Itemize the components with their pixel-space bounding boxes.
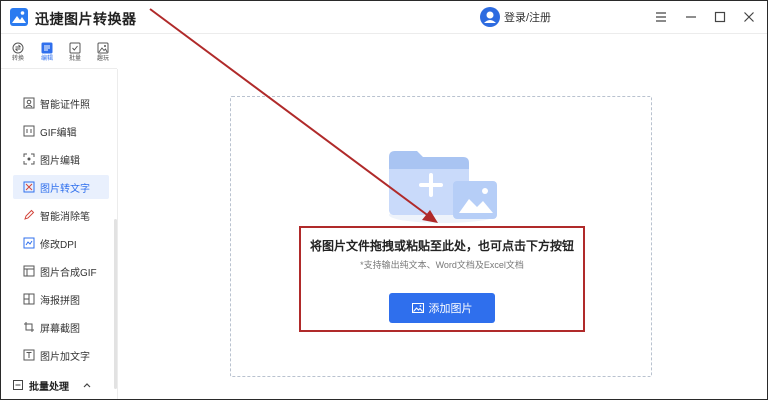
gif-icon	[23, 125, 35, 137]
tab-batch-label: 批量	[68, 56, 81, 62]
folder-add-image-icon	[387, 149, 499, 223]
sidebar-item-modify-dpi[interactable]: 修改DPI	[13, 231, 109, 255]
pen-icon	[24, 209, 35, 220]
mode-tabs: 转换 编辑 批量 趣玩	[1, 34, 117, 69]
login-button[interactable]: 登录/注册	[480, 7, 551, 27]
edit-icon	[41, 41, 53, 54]
tab-fun[interactable]: 趣玩	[91, 39, 115, 67]
sidebar-item-add-text[interactable]: 图片加文字	[13, 343, 109, 367]
id-photo-icon	[23, 97, 35, 109]
app-window: 迅捷图片转换器 登录/注册 转换 编辑 批量 趣玩 智能证件照 GIF编辑 图片…	[0, 0, 768, 400]
tab-fun-label: 趣玩	[96, 56, 109, 62]
maximize-icon[interactable]	[712, 9, 728, 25]
menu-icon[interactable]	[653, 9, 669, 25]
app-logo-icon	[10, 8, 28, 26]
sidebar-item-label: 图片编辑	[40, 155, 80, 167]
sidebar-item-label: 图片转文字	[40, 183, 90, 195]
chevron-up-icon	[83, 383, 91, 388]
sidebar-item-label: 海报拼图	[40, 295, 80, 307]
gif-compose-icon	[23, 265, 35, 277]
sidebar-item-screenshot[interactable]: 屏幕截图	[13, 315, 109, 339]
sidebar-item-poster-collage[interactable]: 海报拼图	[13, 287, 109, 311]
sidebar-item-gif-edit[interactable]: GIF编辑	[13, 119, 109, 143]
user-avatar-icon	[480, 7, 500, 27]
dpi-icon	[23, 237, 35, 249]
sidebar-item-label: 智能消除笔	[40, 211, 90, 223]
sidebar-item-smart-eraser[interactable]: 智能消除笔	[13, 203, 109, 227]
tab-convert[interactable]: 转换	[6, 39, 30, 67]
sidebar-item-label: 图片合成GIF	[40, 267, 97, 279]
image-edit-icon	[23, 153, 35, 165]
fun-icon	[97, 41, 109, 54]
sidebar: 智能证件照 GIF编辑 图片编辑 图片转文字 智能消除笔 修改DPI 图片合成G…	[1, 69, 118, 399]
batch-group-icon	[13, 380, 23, 390]
add-text-icon	[23, 349, 35, 361]
sidebar-item-label: 修改DPI	[40, 239, 77, 251]
screenshot-icon	[24, 322, 34, 332]
poster-icon	[23, 293, 35, 305]
annotation-highlight-box	[299, 226, 585, 332]
ocr-icon	[23, 181, 35, 193]
sidebar-item-label: 图片加文字	[40, 351, 90, 363]
sidebar-item-id-photo[interactable]: 智能证件照	[13, 91, 109, 115]
sidebar-item-label: GIF编辑	[40, 127, 77, 139]
sidebar-item-image-edit[interactable]: 图片编辑	[13, 147, 109, 171]
tab-convert-label: 转换	[11, 56, 24, 62]
app-title: 迅捷图片转换器	[35, 11, 137, 27]
minimize-icon[interactable]	[683, 9, 699, 25]
sidebar-scrollbar[interactable]	[114, 219, 117, 389]
sidebar-group-label: 批量处理	[29, 381, 69, 393]
sidebar-group-batch[interactable]: 批量处理	[13, 375, 113, 395]
login-label: 登录/注册	[504, 12, 552, 24]
close-icon[interactable]	[741, 9, 757, 25]
tab-edit-label: 编辑	[40, 56, 53, 62]
tab-edit[interactable]: 编辑	[35, 39, 59, 67]
convert-icon	[12, 41, 24, 54]
sidebar-item-compose-gif[interactable]: 图片合成GIF	[13, 259, 109, 283]
title-bar: 迅捷图片转换器 登录/注册	[1, 1, 767, 34]
batch-icon	[69, 41, 81, 54]
tab-batch[interactable]: 批量	[63, 39, 87, 67]
sidebar-item-label: 屏幕截图	[40, 323, 80, 335]
sidebar-item-label: 智能证件照	[40, 99, 90, 111]
sidebar-item-image-to-text[interactable]: 图片转文字	[13, 175, 109, 199]
